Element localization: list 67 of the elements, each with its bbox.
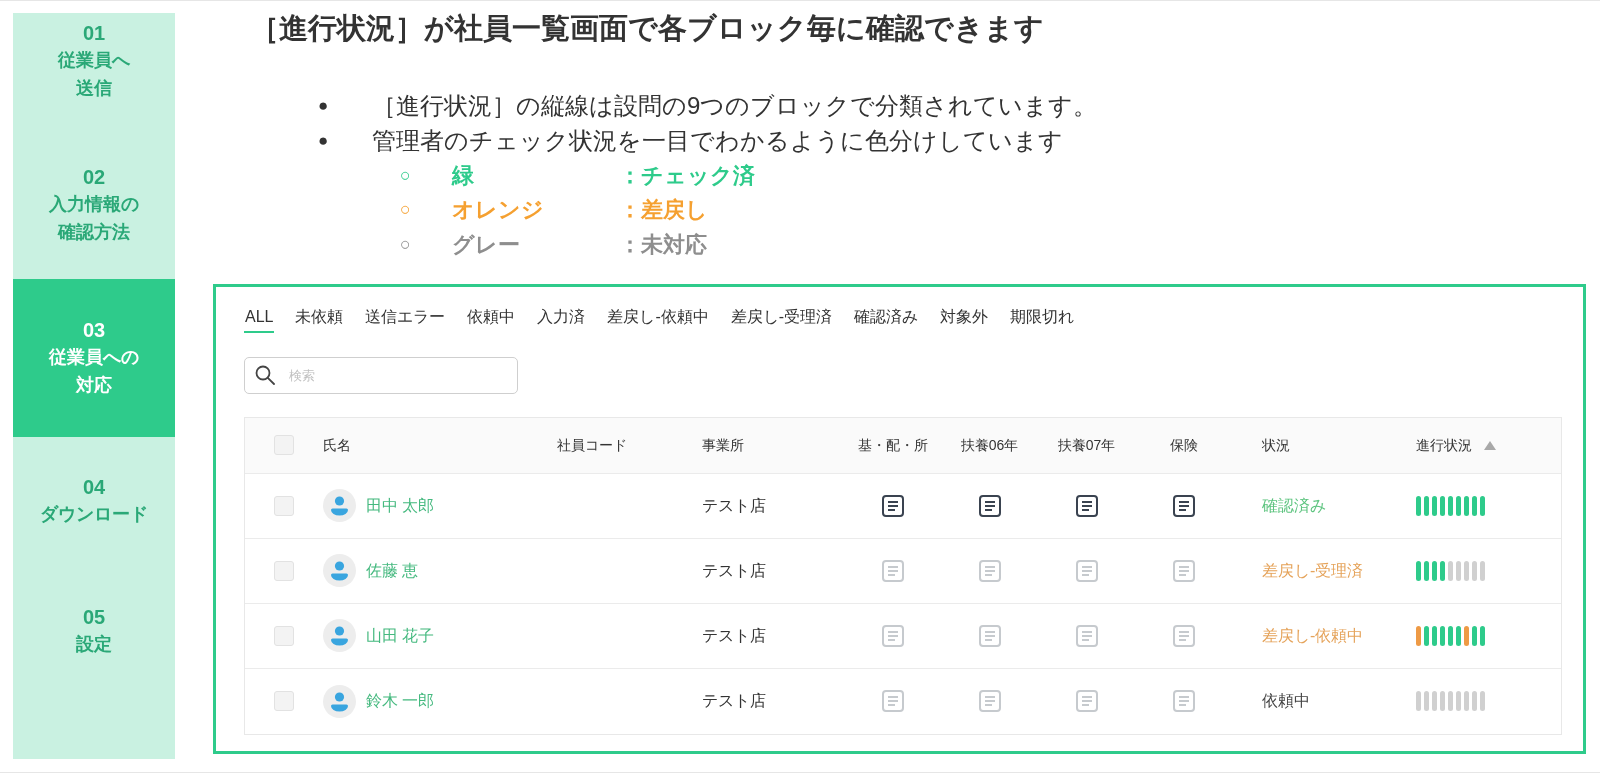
document-icon[interactable] <box>1075 494 1098 517</box>
step-number: 02 <box>82 165 106 190</box>
legend-marker: ○ <box>400 232 412 256</box>
column-header: 事業所 <box>702 435 744 455</box>
column-header: 社員コード <box>557 435 627 455</box>
legend-marker: ○ <box>400 163 412 187</box>
column-header: 扶養06年 <box>960 435 1019 455</box>
column-header: 扶養07年 <box>1057 435 1116 455</box>
note-text: 管理者のチェック状況を一目でわかるように色分けしています <box>372 125 1063 156</box>
step-number: 04 <box>82 475 106 500</box>
legend-marker: ○ <box>400 198 412 222</box>
document-icon[interactable] <box>1172 494 1195 517</box>
step-label: 従業員への 対応 <box>49 346 139 397</box>
status-text: 差戻し-受理済 <box>1262 560 1364 581</box>
filter-tab[interactable]: 未依頼 <box>294 304 345 333</box>
slide-title: ［進行状況］が社員一覧画面で各ブロック毎に確認できます <box>250 11 1045 46</box>
row-checkbox[interactable] <box>274 691 294 711</box>
legend-label: グレー <box>452 230 521 259</box>
column-header: 氏名 <box>323 435 351 455</box>
filter-tab[interactable]: ALL <box>244 304 275 333</box>
document-icon[interactable] <box>978 494 1001 517</box>
column-header: 進行状況 <box>1416 435 1472 455</box>
status-text: 確認済み <box>1262 495 1326 516</box>
sort-arrow-icon[interactable] <box>1484 440 1496 450</box>
step-label: 設定 <box>76 633 112 656</box>
row-checkbox[interactable] <box>274 495 294 516</box>
filter-tab[interactable]: 対象外 <box>939 304 990 333</box>
office-cell-text: テスト店 <box>702 495 766 516</box>
filter-tab[interactable]: 差戻し-受理済 <box>729 304 834 333</box>
step-number: 03 <box>82 318 106 343</box>
office-cell-text: テスト店 <box>702 560 766 581</box>
avatar-icon <box>323 554 356 587</box>
legend-description: ：チェック済 <box>619 161 755 190</box>
status-text: 差戻し-依頼中 <box>1262 625 1364 646</box>
legend-label: オレンジ <box>452 196 545 225</box>
search-icon <box>255 364 275 385</box>
column-header: 基・配・所 <box>857 435 928 455</box>
filter-tab[interactable]: 入力済 <box>536 304 587 333</box>
legend-description: ：未対応 <box>619 230 707 259</box>
row-checkbox[interactable] <box>274 625 294 646</box>
office-cell-text: テスト店 <box>702 691 766 711</box>
status-text: 依頼中 <box>1262 691 1310 711</box>
select-all-checkbox[interactable] <box>274 435 294 455</box>
step-label: 従業員へ 送信 <box>58 49 130 100</box>
step-label: ダウンロード <box>40 503 148 526</box>
avatar-icon <box>323 489 356 522</box>
column-header: 保険 <box>1169 435 1198 455</box>
filter-tab[interactable]: 差戻し-依頼中 <box>606 304 710 333</box>
filter-tab[interactable]: 送信エラー <box>364 304 447 333</box>
step-number: 05 <box>82 605 106 630</box>
bullet-marker: ● <box>318 94 330 117</box>
column-header: 状況 <box>1262 435 1290 455</box>
avatar-icon <box>323 684 356 718</box>
office-cell-text: テスト店 <box>702 625 766 646</box>
bullet-marker: ● <box>318 129 330 152</box>
filter-tab[interactable]: 確認済み <box>853 304 920 333</box>
avatar-icon <box>323 619 356 652</box>
filter-tab[interactable]: 期限切れ <box>1009 304 1076 333</box>
filter-tab[interactable]: 依頼中 <box>466 304 517 333</box>
document-icon[interactable] <box>881 494 904 517</box>
legend-description: ：差戻し <box>619 196 708 225</box>
step-label: 入力情報の 確認方法 <box>49 193 139 244</box>
search-field[interactable]: 検索 <box>244 356 518 394</box>
note-text: ［進行状況］の縦線は設問の9つのブロックで分類されています。 <box>372 90 1098 121</box>
row-checkbox[interactable] <box>274 560 294 581</box>
step-number: 01 <box>82 21 106 46</box>
legend-label: 緑 <box>452 161 475 190</box>
